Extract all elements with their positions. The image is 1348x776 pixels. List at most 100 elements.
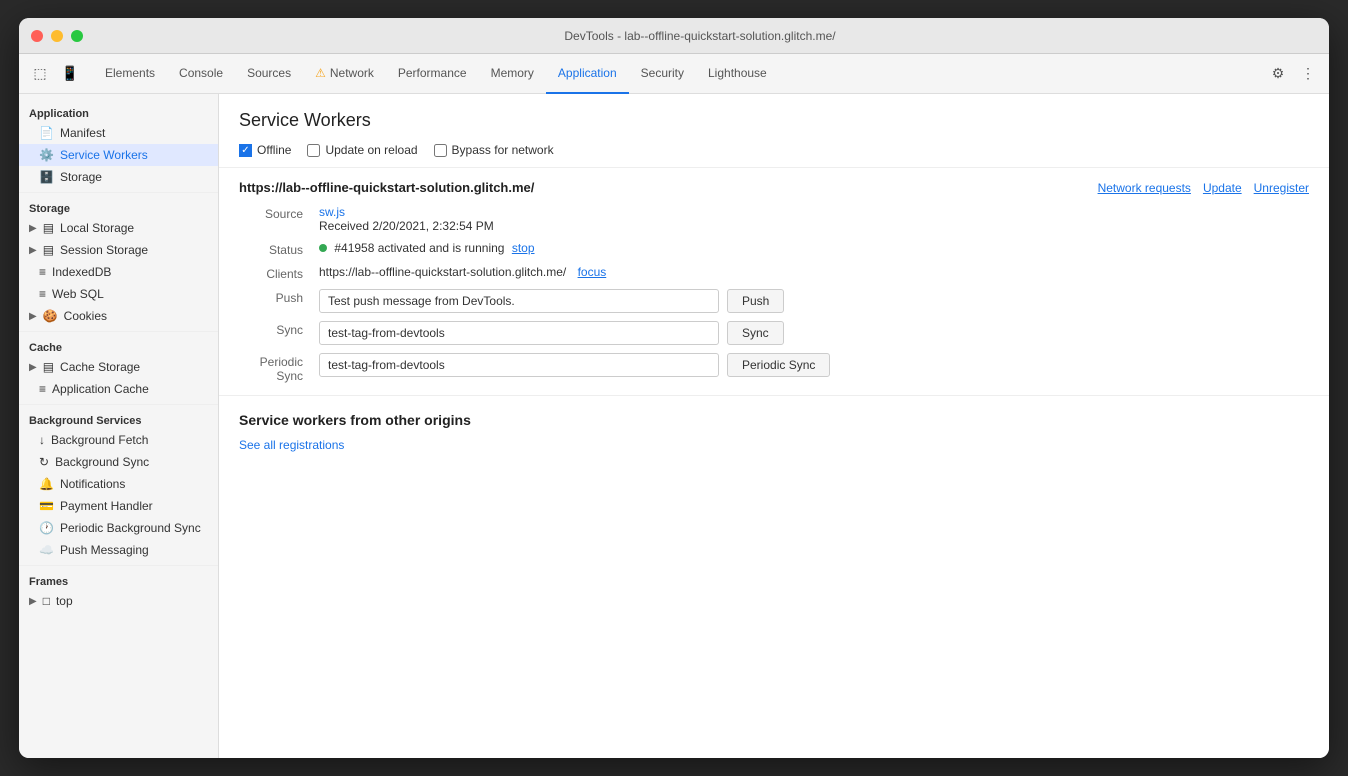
page-title: Service Workers: [239, 110, 1309, 131]
sidebar-item-cache-storage[interactable]: ▶ ▤ Cache Storage: [19, 356, 218, 378]
local-storage-icon: ▤: [43, 221, 54, 235]
periodic-sync-button[interactable]: Periodic Sync: [727, 353, 830, 377]
sidebar-item-cookies[interactable]: ▶ 🍪 Cookies: [19, 305, 218, 327]
cookies-icon: 🍪: [43, 309, 58, 323]
offline-checkbox[interactable]: ✓: [239, 144, 252, 157]
sw-details: Source sw.js Received 2/20/2021, 2:32:54…: [239, 205, 1309, 383]
sidebar-item-service-workers[interactable]: ⚙️ Service Workers: [19, 144, 218, 166]
sync-label: Sync: [239, 321, 319, 345]
update-link[interactable]: Update: [1203, 181, 1242, 195]
update-on-reload-label[interactable]: Update on reload: [307, 143, 417, 157]
offline-checkbox-label[interactable]: ✓ Offline: [239, 143, 291, 157]
sync-row: Sync: [319, 321, 1309, 345]
session-storage-icon: ▤: [43, 243, 54, 257]
sidebar-item-background-sync[interactable]: ↻ Background Sync: [19, 451, 218, 473]
toolbar-icons: ⬚ 📱: [27, 61, 83, 87]
sidebar-section-background-services: Background Services: [19, 409, 218, 429]
application-cache-icon: ≡: [39, 382, 46, 396]
storage-icon: 🗄️: [39, 170, 54, 184]
periodic-bg-sync-icon: 🕐: [39, 521, 54, 535]
source-value: sw.js Received 2/20/2021, 2:32:54 PM: [319, 205, 1309, 233]
minimize-button[interactable]: [51, 30, 63, 42]
tab-network[interactable]: ⚠Network: [303, 54, 386, 94]
sidebar-item-payment-handler[interactable]: 💳 Payment Handler: [19, 495, 218, 517]
push-row: Push: [319, 289, 1309, 313]
clients-label: Clients: [239, 265, 319, 281]
see-all-registrations-link[interactable]: See all registrations: [239, 438, 344, 452]
cursor-icon[interactable]: ⬚: [27, 61, 53, 87]
tab-performance[interactable]: Performance: [386, 54, 479, 94]
content-header: Service Workers ✓ Offline Update on relo…: [219, 94, 1329, 168]
sidebar-section-storage: Storage: [19, 197, 218, 217]
sidebar-item-periodic-background-sync[interactable]: 🕐 Periodic Background Sync: [19, 517, 218, 539]
push-label: Push: [239, 289, 319, 313]
sync-button[interactable]: Sync: [727, 321, 784, 345]
sidebar-item-manifest[interactable]: 📄 Manifest: [19, 122, 218, 144]
update-on-reload-checkbox[interactable]: [307, 144, 320, 157]
expand-arrow-icon: ▶: [29, 223, 37, 234]
tab-lighthouse[interactable]: Lighthouse: [696, 54, 779, 94]
close-button[interactable]: [31, 30, 43, 42]
maximize-button[interactable]: [71, 30, 83, 42]
periodic-sync-label: Periodic Sync: [239, 353, 319, 383]
sidebar-item-indexeddb[interactable]: ≡ IndexedDB: [19, 261, 218, 283]
tab-elements[interactable]: Elements: [93, 54, 167, 94]
sidebar-item-background-fetch[interactable]: ↓ Background Fetch: [19, 429, 218, 451]
push-messaging-icon: ☁️: [39, 543, 54, 557]
tab-security[interactable]: Security: [629, 54, 696, 94]
bypass-for-network-label[interactable]: Bypass for network: [434, 143, 554, 157]
tab-sources[interactable]: Sources: [235, 54, 303, 94]
sidebar-item-storage[interactable]: 🗄️ Storage: [19, 166, 218, 188]
bypass-for-network-checkbox[interactable]: [434, 144, 447, 157]
mobile-icon[interactable]: 📱: [57, 61, 83, 87]
expand-arrow-icon: ▶: [29, 596, 37, 607]
source-file-link[interactable]: sw.js: [319, 205, 345, 219]
tab-memory[interactable]: Memory: [479, 54, 546, 94]
status-text: #41958 activated and is running: [334, 241, 504, 255]
expand-arrow-icon: ▶: [29, 311, 37, 322]
periodic-sync-input[interactable]: [319, 353, 719, 377]
unregister-link[interactable]: Unregister: [1254, 181, 1309, 195]
other-origins-title: Service workers from other origins: [239, 412, 1309, 428]
received-text: Received 2/20/2021, 2:32:54 PM: [319, 219, 494, 233]
status-label: Status: [239, 241, 319, 257]
sidebar-item-application-cache[interactable]: ≡ Application Cache: [19, 378, 218, 400]
source-label: Source: [239, 205, 319, 233]
push-button[interactable]: Push: [727, 289, 784, 313]
settings-icon[interactable]: ⚙: [1265, 61, 1291, 87]
sidebar-section-frames: Frames: [19, 570, 218, 590]
service-workers-icon: ⚙️: [39, 148, 54, 162]
sidebar-item-session-storage[interactable]: ▶ ▤ Session Storage: [19, 239, 218, 261]
expand-arrow-icon: ▶: [29, 362, 37, 373]
push-input-row: Push: [319, 289, 1309, 313]
devtools-window: DevTools - lab--offline-quickstart-solut…: [19, 18, 1329, 758]
checkbox-row: ✓ Offline Update on reload Bypass for ne…: [239, 143, 1309, 157]
devtools-toolbar: ⬚ 📱 Elements Console Sources ⚠Network Pe…: [19, 54, 1329, 94]
tab-console[interactable]: Console: [167, 54, 235, 94]
sidebar-item-web-sql[interactable]: ≡ Web SQL: [19, 283, 218, 305]
more-options-icon[interactable]: ⋮: [1295, 61, 1321, 87]
network-requests-link[interactable]: Network requests: [1098, 181, 1191, 195]
sidebar-item-notifications[interactable]: 🔔 Notifications: [19, 473, 218, 495]
push-input[interactable]: [319, 289, 719, 313]
sidebar-item-push-messaging[interactable]: ☁️ Push Messaging: [19, 539, 218, 561]
periodic-sync-row: Periodic Sync: [319, 353, 1309, 383]
sidebar-item-local-storage[interactable]: ▶ ▤ Local Storage: [19, 217, 218, 239]
sidebar-item-top-frame[interactable]: ▶ □ top: [19, 590, 218, 612]
tab-application[interactable]: Application: [546, 54, 629, 94]
content-area: Service Workers ✓ Offline Update on relo…: [219, 94, 1329, 758]
focus-link[interactable]: focus: [578, 265, 607, 279]
status-value: #41958 activated and is running stop: [319, 241, 1309, 257]
manifest-icon: 📄: [39, 126, 54, 140]
stop-link[interactable]: stop: [512, 241, 535, 255]
main-content: Application 📄 Manifest ⚙️ Service Worker…: [19, 94, 1329, 758]
sw-entry: https://lab--offline-quickstart-solution…: [219, 168, 1329, 396]
periodic-sync-input-row: Periodic Sync: [319, 353, 1309, 377]
expand-arrow-icon: ▶: [29, 245, 37, 256]
indexeddb-icon: ≡: [39, 265, 46, 279]
toolbar-right: ⚙ ⋮: [1265, 61, 1321, 87]
tab-nav: Elements Console Sources ⚠Network Perfor…: [93, 54, 1263, 94]
sync-input[interactable]: [319, 321, 719, 345]
other-origins-section: Service workers from other origins See a…: [219, 396, 1329, 470]
background-sync-icon: ↻: [39, 455, 49, 469]
